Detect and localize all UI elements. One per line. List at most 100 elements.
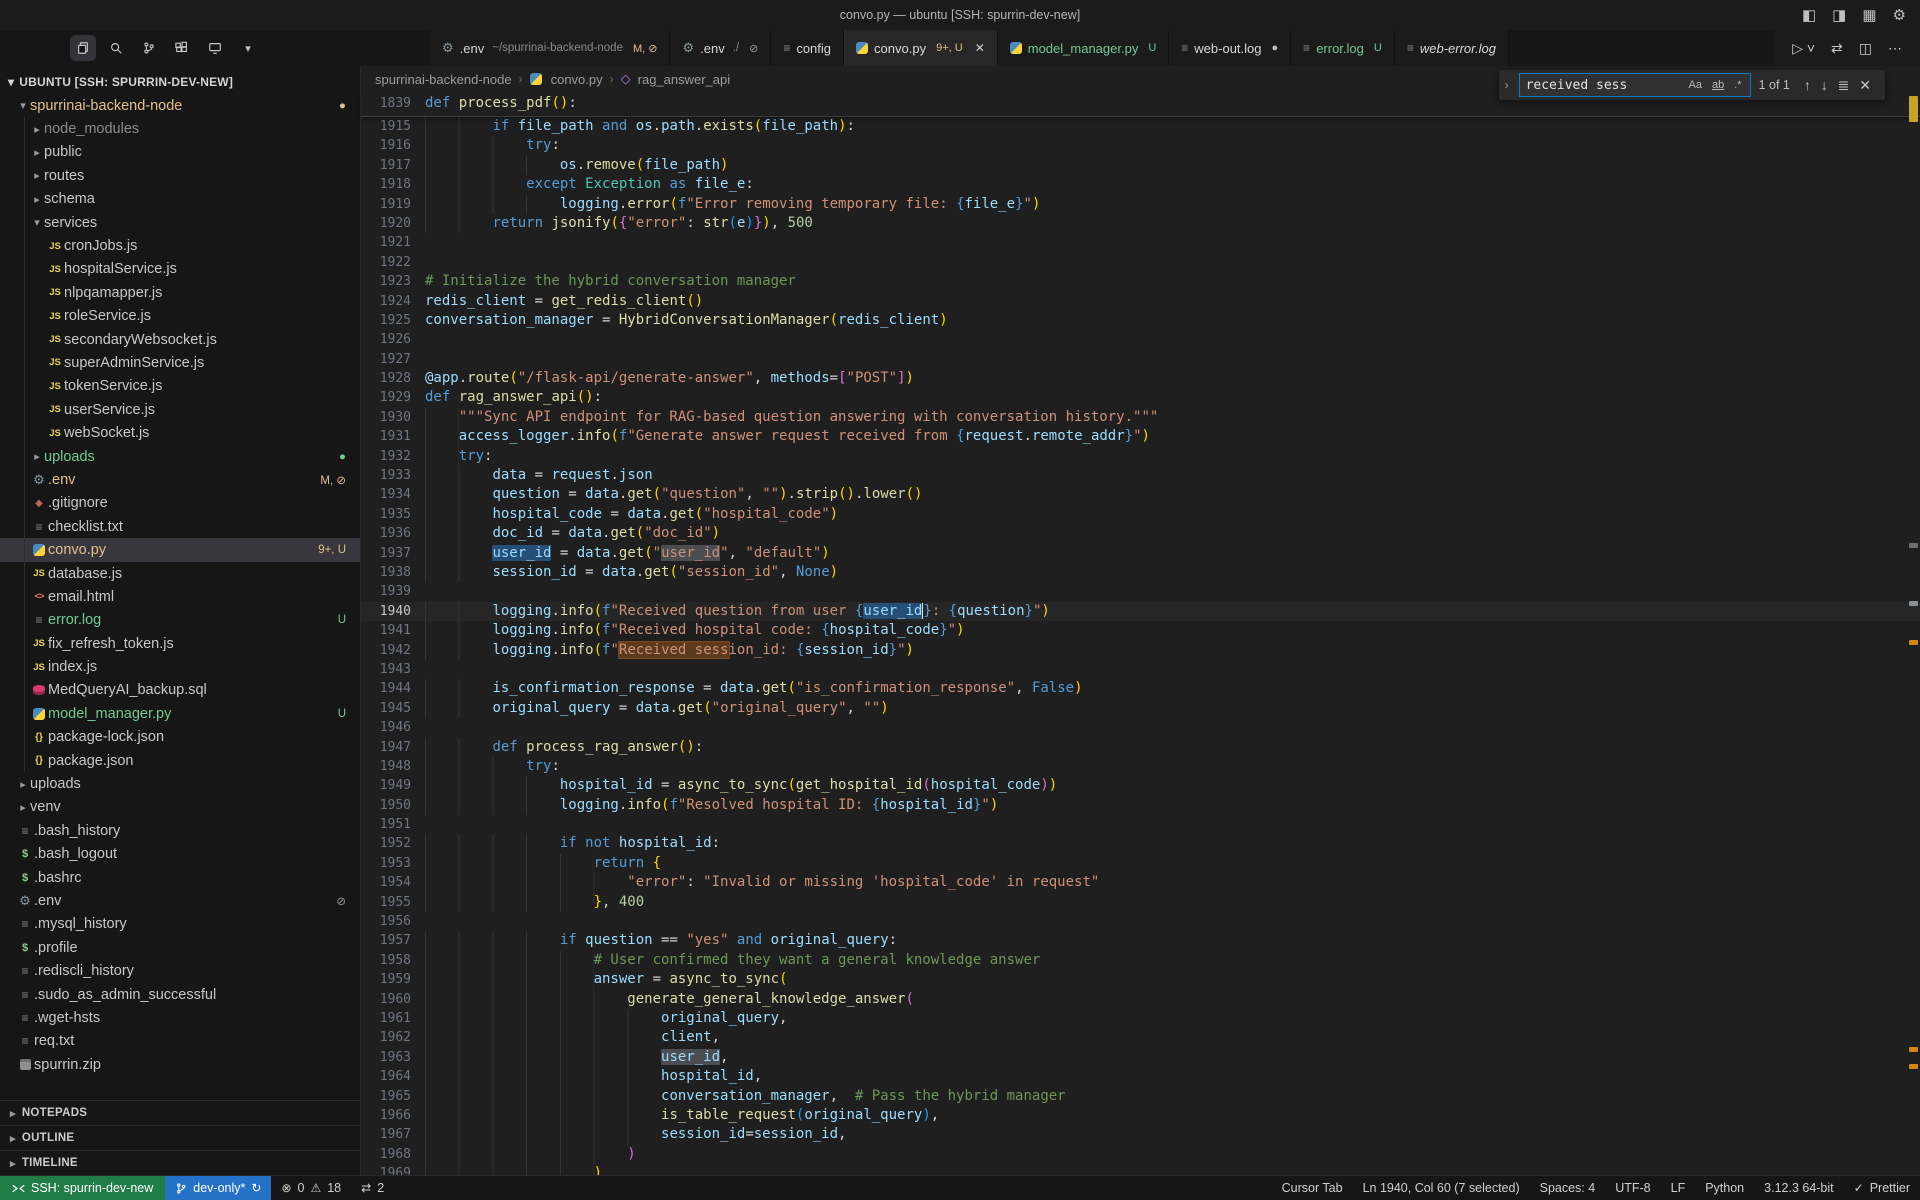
chevron-down-icon[interactable]: ▾ — [235, 35, 261, 61]
status-eol[interactable]: LF — [1661, 1176, 1696, 1200]
status-python-interpreter[interactable]: 3.12.3 64-bit — [1754, 1176, 1844, 1200]
code-line-1929[interactable]: 1929def rag_answer_api(): — [361, 388, 1920, 407]
toggle-sidebar[interactable]: ◧ — [1802, 6, 1816, 24]
overview-ruler[interactable] — [1906, 66, 1920, 1175]
status-cursor-tab[interactable]: Cursor Tab — [1272, 1176, 1353, 1200]
file-spurrin.zip[interactable]: spurrin.zip — [0, 1053, 360, 1076]
file-index.js[interactable]: JSindex.js — [0, 655, 360, 678]
file-.profile[interactable]: $.profile — [0, 936, 360, 959]
code-line-1925[interactable]: 1925conversation_manager = HybridConvers… — [361, 311, 1920, 330]
tab-web-error.log[interactable]: ≡web-error.log — [1395, 30, 1509, 66]
file-convo.py[interactable]: convo.py9+, U — [0, 538, 360, 561]
code-line-1965[interactable]: 1965 conversation_manager, # Pass the hy… — [361, 1087, 1920, 1106]
code-line-1961[interactable]: 1961 original_query, — [361, 1009, 1920, 1028]
breadcrumb-file[interactable]: convo.py — [551, 72, 603, 87]
code-line-1941[interactable]: 1941 logging.info(f"Received hospital co… — [361, 621, 1920, 640]
file-.mysql-history[interactable]: ≡.mysql_history — [0, 913, 360, 936]
file-.bash-history[interactable]: ≡.bash_history — [0, 819, 360, 842]
folder-node-modules[interactable]: ▸node_modules — [0, 117, 360, 140]
status-cursor-position[interactable]: Ln 1940, Col 60 (7 selected) — [1353, 1176, 1530, 1200]
close-find-icon[interactable]: ✕ — [1856, 77, 1874, 93]
copy-pages-icon[interactable] — [70, 35, 96, 61]
section-timeline[interactable]: ▸TIMELINE — [0, 1150, 360, 1175]
code-line-1966[interactable]: 1966 is_table_request(original_query), — [361, 1106, 1920, 1125]
file-.env[interactable]: ⚙.env⊘ — [0, 889, 360, 912]
folder-public[interactable]: ▸public — [0, 141, 360, 164]
folder-schema[interactable]: ▸schema — [0, 188, 360, 211]
file-cronJobs.js[interactable]: JScronJobs.js — [0, 234, 360, 257]
code-line-1923[interactable]: 1923# Initialize the hybrid conversation… — [361, 272, 1920, 291]
code-line-1940[interactable]: 1940 logging.info(f"Received question fr… — [361, 602, 1920, 621]
code-line-1937[interactable]: 1937 user_id = data.get("user_id", "defa… — [361, 544, 1920, 563]
file-superAdminService.js[interactable]: JSsuperAdminService.js — [0, 351, 360, 374]
whole-word-toggle[interactable]: ab — [1710, 78, 1726, 92]
source-control-icon[interactable] — [136, 35, 162, 61]
code-line-1956[interactable]: 1956 — [361, 912, 1920, 931]
code-line-1969[interactable]: 1969 ) — [361, 1164, 1920, 1175]
more-actions-button[interactable]: ⋯ — [1888, 40, 1902, 57]
code-line-1915[interactable]: 1915 if file_path and os.path.exists(fil… — [361, 117, 1920, 136]
file-secondaryWebsocket.js[interactable]: JSsecondaryWebsocket.js — [0, 328, 360, 351]
code-line-1960[interactable]: 1960 generate_general_knowledge_answer( — [361, 990, 1920, 1009]
section-outline[interactable]: ▸OUTLINE — [0, 1125, 360, 1150]
customize-layout[interactable]: ▦ — [1862, 6, 1876, 24]
code-line-1938[interactable]: 1938 session_id = data.get("session_id",… — [361, 563, 1920, 582]
code-line-1963[interactable]: 1963 user_id, — [361, 1048, 1920, 1067]
folder-venv[interactable]: ▸venv — [0, 796, 360, 819]
tab-.env[interactable]: ⚙.env~/spurrinai-backend-nodeM, ⊘ — [430, 30, 670, 66]
split-editor-button[interactable]: ◫ — [1859, 40, 1872, 57]
workspace-header[interactable]: ▾ UBUNTU [SSH: SPURRIN-DEV-NEW] — [0, 70, 360, 94]
file-.env[interactable]: ⚙.envM, ⊘ — [0, 468, 360, 491]
code-line-1918[interactable]: 1918 except Exception as file_e: — [361, 175, 1920, 194]
code-line-1947[interactable]: 1947 def process_rag_answer(): — [361, 738, 1920, 757]
file-hospitalService.js[interactable]: JShospitalService.js — [0, 258, 360, 281]
code-line-1920[interactable]: 1920 return jsonify({"error": str(e)}), … — [361, 214, 1920, 233]
file-model-manager.py[interactable]: model_manager.pyU — [0, 702, 360, 725]
folder-routes[interactable]: ▸routes — [0, 164, 360, 187]
next-match-icon[interactable]: ↓ — [1818, 77, 1835, 93]
file-.sudo-as-admin-successful[interactable]: ≡.sudo_as_admin_successful — [0, 983, 360, 1006]
status-language-mode[interactable]: Python — [1695, 1176, 1754, 1200]
find-input[interactable]: received sess Aa ab .* — [1519, 73, 1751, 97]
code-line-1924[interactable]: 1924redis_client = get_redis_client() — [361, 292, 1920, 311]
file-.bash-logout[interactable]: $.bash_logout — [0, 843, 360, 866]
code-area[interactable]: 1915 if file_path and os.path.exists(fil… — [361, 117, 1920, 1175]
code-line-1952[interactable]: 1952 if not hospital_id: — [361, 834, 1920, 853]
code-line-1964[interactable]: 1964 hospital_id, — [361, 1067, 1920, 1086]
previous-match-icon[interactable]: ↑ — [1801, 77, 1818, 93]
code-line-1922[interactable]: 1922 — [361, 253, 1920, 272]
file-MedQueryAI-backup.sql[interactable]: MedQueryAI_backup.sql — [0, 679, 360, 702]
file-package-lock.json[interactable]: {}package-lock.json — [0, 726, 360, 749]
file-email.html[interactable]: <>email.html — [0, 585, 360, 608]
code-line-1957[interactable]: 1957 if question == "yes" and original_q… — [361, 931, 1920, 950]
tab-config[interactable]: ≡config — [771, 30, 844, 66]
code-line-1967[interactable]: 1967 session_id=session_id, — [361, 1125, 1920, 1144]
status-git-branch[interactable]: dev-only*↻ — [165, 1176, 271, 1200]
code-line-1936[interactable]: 1936 doc_id = data.get("doc_id") — [361, 524, 1920, 543]
code-line-1919[interactable]: 1919 logging.error(f"Error removing temp… — [361, 195, 1920, 214]
file-.bashrc[interactable]: $.bashrc — [0, 866, 360, 889]
code-line-1934[interactable]: 1934 question = data.get("question", "")… — [361, 485, 1920, 504]
toggle-panel[interactable]: ◨ — [1832, 6, 1846, 24]
code-line-1954[interactable]: 1954 "error": "Invalid or missing 'hospi… — [361, 873, 1920, 892]
code-line-1968[interactable]: 1968 ) — [361, 1145, 1920, 1164]
file-userService.js[interactable]: JSuserService.js — [0, 398, 360, 421]
folder-spurrinai-backend-node[interactable]: ▾spurrinai-backend-node● — [0, 94, 360, 117]
code-line-1930[interactable]: 1930 """Sync API endpoint for RAG-based … — [361, 408, 1920, 427]
section-notepads[interactable]: ▸NOTEPADS — [0, 1100, 360, 1125]
breadcrumb-folder[interactable]: spurrinai-backend-node — [375, 72, 512, 87]
file-tokenService.js[interactable]: JStokenService.js — [0, 375, 360, 398]
code-line-1933[interactable]: 1933 data = request.json — [361, 466, 1920, 485]
close-icon[interactable]: ✕ — [975, 41, 985, 55]
tab-.env[interactable]: ⚙.env./⊘ — [670, 30, 771, 66]
find-query[interactable]: received sess — [1526, 78, 1681, 93]
file-.rediscli-history[interactable]: ≡.rediscli_history — [0, 959, 360, 982]
code-line-1942[interactable]: 1942 logging.info(f"Received session_id:… — [361, 641, 1920, 660]
file-req.txt[interactable]: ≡req.txt — [0, 1030, 360, 1053]
code-line-1939[interactable]: 1939 — [361, 582, 1920, 601]
code-line-1946[interactable]: 1946 — [361, 718, 1920, 737]
status-encoding[interactable]: UTF-8 — [1605, 1176, 1660, 1200]
tab-error.log[interactable]: ≡error.logU — [1291, 30, 1395, 66]
file-checklist.txt[interactable]: ≡checklist.txt — [0, 515, 360, 538]
toggle-replace-chevron-icon[interactable]: › — [1503, 78, 1511, 92]
